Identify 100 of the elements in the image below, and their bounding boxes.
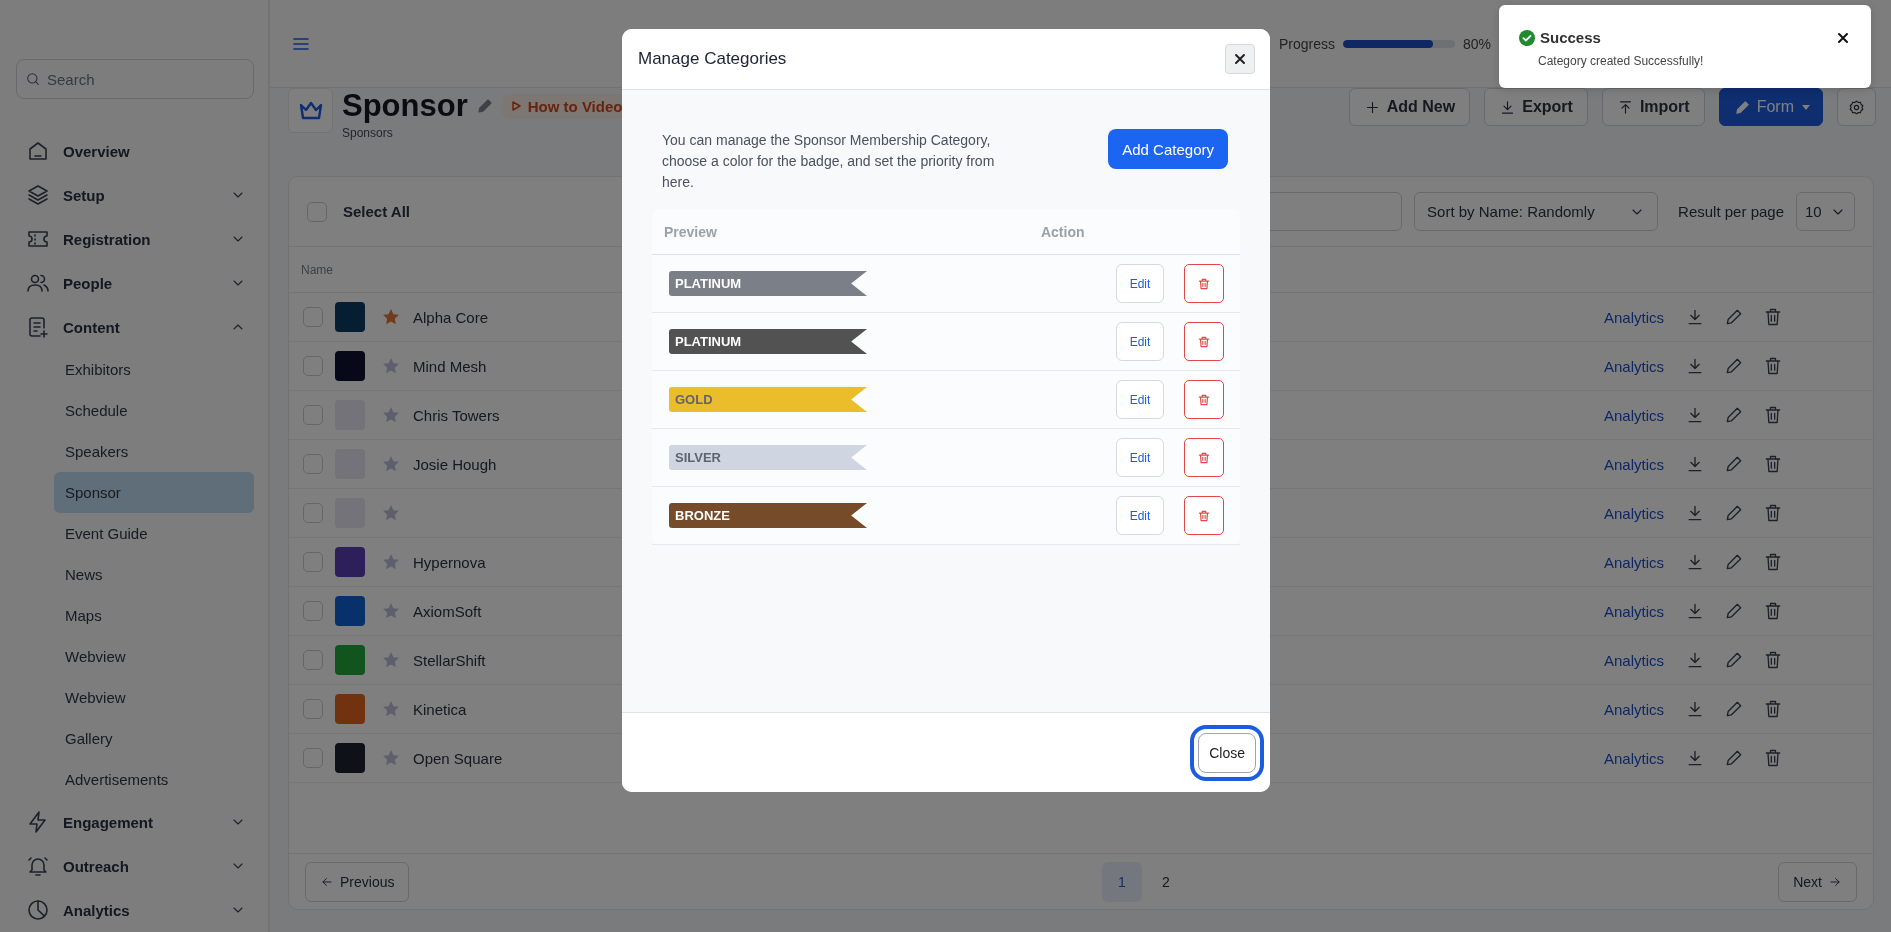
nav-subitem[interactable]: Speakers (54, 431, 254, 472)
star-icon[interactable] (381, 601, 401, 621)
delete-button[interactable] (1184, 496, 1224, 535)
edit-button[interactable]: Edit (1116, 496, 1164, 535)
nav-item[interactable]: People (16, 261, 254, 305)
trash-icon (1197, 334, 1211, 349)
analytics-link[interactable]: Analytics (1603, 651, 1664, 669)
star-icon[interactable] (381, 650, 401, 670)
analytics-link[interactable]: Analytics (1603, 749, 1664, 767)
nav-subitem[interactable]: Advertisements (54, 759, 254, 800)
next-button[interactable]: Next (1778, 861, 1857, 902)
checkbox[interactable] (303, 356, 323, 376)
page-button[interactable]: 2 (1145, 861, 1186, 902)
delete-button[interactable] (1184, 438, 1224, 477)
pencil-icon[interactable] (1724, 503, 1744, 523)
checkbox[interactable] (303, 699, 323, 719)
sort-dropdown[interactable]: Sort by Name: Randomly (1414, 192, 1659, 231)
pencil-icon[interactable] (1724, 307, 1744, 327)
action-button[interactable]: Form (1718, 88, 1823, 126)
nav-item[interactable]: Analytics (16, 888, 254, 932)
nav-subitem[interactable]: Webview (54, 636, 254, 677)
nav-subitem[interactable]: Gallery (54, 718, 254, 759)
pencil-icon[interactable] (1724, 552, 1744, 572)
trash-icon[interactable] (1763, 699, 1783, 719)
trash-icon[interactable] (1763, 356, 1783, 376)
edit-button[interactable]: Edit (1116, 438, 1164, 477)
analytics-link[interactable]: Analytics (1603, 504, 1664, 522)
trash-icon[interactable] (1763, 405, 1783, 425)
search-field[interactable]: Search (16, 59, 254, 99)
pencil-icon[interactable] (1724, 699, 1744, 719)
edit-button[interactable]: Edit (1116, 322, 1164, 361)
pencil-icon[interactable] (1724, 454, 1744, 474)
action-button[interactable]: Export (1484, 88, 1588, 126)
pencil-icon[interactable] (1724, 748, 1744, 768)
nav-item[interactable]: Outreach (16, 844, 254, 888)
checkbox[interactable] (303, 454, 323, 474)
star-icon[interactable] (381, 454, 401, 474)
analytics-link[interactable]: Analytics (1603, 357, 1664, 375)
checkbox[interactable] (307, 201, 327, 222)
nav-item[interactable]: Setup (16, 173, 254, 217)
star-icon[interactable] (381, 405, 401, 425)
pencil-icon[interactable] (1724, 650, 1744, 670)
checkbox[interactable] (303, 552, 323, 572)
previous-button[interactable]: Previous (305, 861, 410, 902)
action-button[interactable]: Import (1601, 88, 1705, 126)
edit-button[interactable]: Edit (1116, 264, 1164, 303)
edit-button[interactable]: Edit (1116, 380, 1164, 419)
star-icon[interactable] (381, 552, 401, 572)
nav-item[interactable]: Content (16, 305, 254, 349)
star-icon[interactable] (381, 699, 401, 719)
analytics-link[interactable]: Analytics (1603, 602, 1664, 620)
add-category-button[interactable]: Add Category (1108, 129, 1228, 169)
star-icon[interactable] (381, 503, 401, 523)
nav-subitem[interactable]: Event Guide (54, 513, 254, 554)
trash-icon[interactable] (1763, 503, 1783, 523)
analytics-link[interactable]: Analytics (1603, 700, 1664, 718)
play-icon (509, 100, 522, 112)
nav-item[interactable]: Engagement (16, 800, 254, 844)
settings-button[interactable] (1837, 88, 1876, 126)
nav-subitem[interactable]: Webview (54, 677, 254, 718)
checkbox[interactable] (303, 503, 323, 523)
page-subtitle: Sponsors (342, 126, 394, 140)
checkbox[interactable] (303, 748, 323, 768)
nav-item[interactable]: Registration (16, 217, 254, 261)
trash-icon[interactable] (1763, 307, 1783, 327)
close-button[interactable] (1225, 44, 1255, 74)
star-icon[interactable] (381, 356, 401, 376)
delete-button[interactable] (1184, 322, 1224, 361)
analytics-link[interactable]: Analytics (1603, 455, 1664, 473)
pencil-icon[interactable] (1724, 405, 1744, 425)
action-button[interactable]: Add New (1348, 88, 1471, 126)
trash-icon[interactable] (1763, 650, 1783, 670)
star-icon[interactable] (381, 307, 401, 327)
pencil-icon[interactable] (1724, 601, 1744, 621)
nav-subitem[interactable]: Exhibitors (54, 349, 254, 390)
nav-subitem[interactable]: Sponsor (54, 472, 254, 513)
trash-icon[interactable] (1763, 601, 1783, 621)
page-button[interactable]: 1 (1101, 861, 1142, 902)
checkbox[interactable] (303, 601, 323, 621)
nav-subitem[interactable]: Maps (54, 595, 254, 636)
checkbox[interactable] (303, 405, 323, 425)
star-icon[interactable] (381, 748, 401, 768)
modal-title: Manage Categories (638, 49, 787, 69)
checkbox[interactable] (303, 307, 323, 327)
analytics-link[interactable]: Analytics (1603, 406, 1664, 424)
trash-icon[interactable] (1763, 552, 1783, 572)
delete-button[interactable] (1184, 264, 1224, 303)
nav-item[interactable]: Overview (16, 129, 254, 173)
checkbox[interactable] (303, 650, 323, 670)
nav-subitem[interactable]: News (54, 554, 254, 595)
trash-icon[interactable] (1763, 748, 1783, 768)
delete-button[interactable] (1184, 380, 1224, 419)
per-page-dropdown[interactable]: 10 (1796, 192, 1855, 231)
analytics-link[interactable]: Analytics (1603, 308, 1664, 326)
toast-message: Category created Successfully! (1538, 54, 1705, 68)
pencil-icon[interactable] (1724, 356, 1744, 376)
pencil-icon[interactable] (475, 97, 494, 115)
nav-subitem[interactable]: Schedule (54, 390, 254, 431)
trash-icon[interactable] (1763, 454, 1783, 474)
analytics-link[interactable]: Analytics (1603, 553, 1664, 571)
